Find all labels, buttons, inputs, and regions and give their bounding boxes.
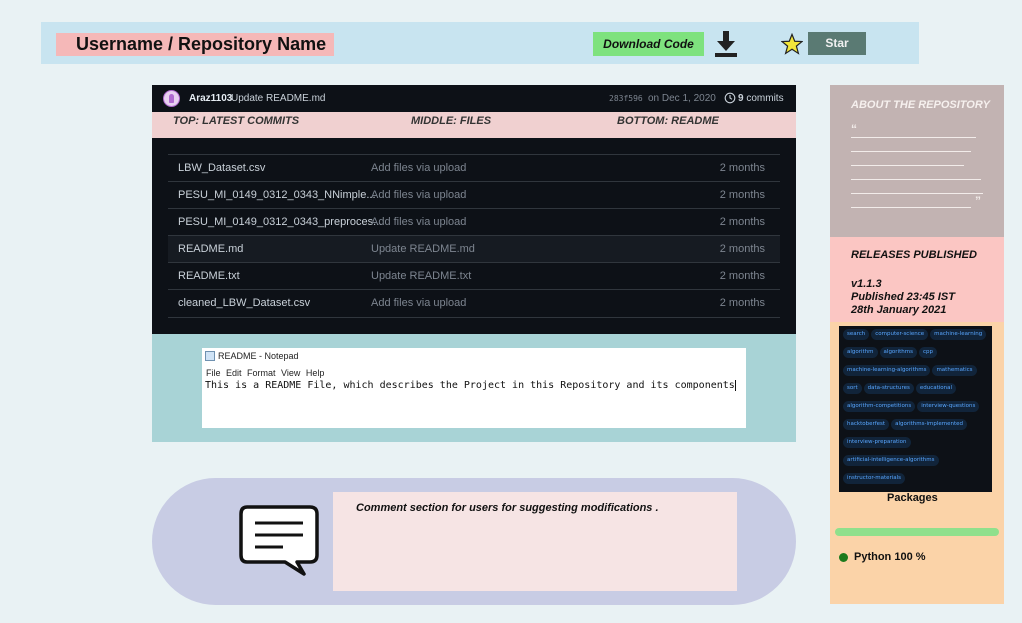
file-commit-message[interactable]: Add files via upload [371, 155, 466, 182]
topics-packages-panel: search computer-science machine-learning al… [830, 322, 1004, 604]
file-row[interactable]: LBW_Dataset.csv Add files via upload 2 m… [168, 154, 780, 182]
file-age: 2 months [719, 162, 765, 174]
readme-text-area[interactable]: This is a README File, which describes t… [205, 379, 736, 393]
file-age: 2 months [719, 297, 765, 309]
about-panel: ABOUT THE REPOSITORY “ ” [830, 85, 1004, 237]
commit-message[interactable]: Update README.md [231, 85, 325, 112]
language-color-dot [839, 553, 848, 562]
topic-tag[interactable]: data-structures [863, 383, 914, 394]
topic-tag[interactable]: interview-questions [917, 401, 980, 412]
file-name[interactable]: PESU_MI_0149_0312_0343_preproces... [178, 209, 382, 236]
download-icon[interactable] [713, 30, 739, 58]
about-text-line [851, 151, 971, 152]
topic-tag[interactable]: mathematics [932, 365, 977, 376]
file-row[interactable]: PESU_MI_0149_0312_0343_preproces... Add … [168, 208, 780, 236]
release-time: Published 23:45 IST [851, 291, 955, 303]
file-commit-message[interactable]: Add files via upload [371, 182, 466, 209]
commit-date: on Dec 1, 2020 [648, 93, 716, 104]
file-name[interactable]: README.txt [178, 263, 240, 290]
file-age: 2 months [719, 243, 765, 255]
repo-title[interactable]: Username / Repository Name [56, 33, 335, 56]
about-text-line [851, 165, 964, 166]
file-row[interactable]: README.txt Update README.txt 2 months [168, 262, 780, 290]
latest-commit-bar: Araz1103 Update README.md 283f596 on Dec… [152, 85, 796, 112]
about-text-line [851, 137, 976, 138]
release-date: 28th January 2021 [851, 304, 947, 316]
topic-tag[interactable]: sort [843, 383, 862, 394]
section-labels: TOP: LATEST COMMITS MIDDLE: FILES BOTTOM… [152, 112, 796, 138]
file-row[interactable]: cleaned_LBW_Dataset.csv Add files via up… [168, 289, 780, 318]
file-age: 2 months [719, 270, 765, 282]
commit-count-number: 9 [738, 93, 744, 104]
history-icon [724, 92, 736, 104]
topic-tag[interactable]: search [843, 329, 870, 340]
file-age: 2 months [719, 189, 765, 201]
topic-tag[interactable]: algorithms [879, 347, 917, 358]
repo-header: Username / Repository Name Download Code… [41, 22, 919, 64]
packages-label[interactable]: Packages [887, 492, 938, 504]
file-name[interactable]: cleaned_LBW_Dataset.csv [178, 290, 310, 317]
star-icon[interactable] [781, 33, 803, 55]
readme-section: README - Notepad File Edit Format View H… [152, 334, 796, 442]
release-version[interactable]: v1.1.3 [851, 278, 882, 291]
close-quote: ” [975, 194, 981, 208]
commit-hash[interactable]: 283f596 [609, 85, 643, 112]
about-text-line [851, 179, 981, 180]
file-commit-message[interactable]: Add files via upload [371, 209, 466, 236]
commit-count-link[interactable]: 9 commits [738, 85, 784, 112]
file-name[interactable]: README.md [178, 236, 243, 263]
download-code-button[interactable]: Download Code [593, 32, 704, 56]
about-title: ABOUT THE REPOSITORY [851, 99, 990, 111]
topic-tag[interactable]: educational [915, 383, 957, 394]
topic-tag[interactable]: algorithms-implemented [891, 419, 968, 430]
file-commit-message[interactable]: Update README.md [371, 236, 475, 263]
notepad-icon [205, 351, 215, 361]
comment-section: Comment section for users for suggesting… [152, 478, 796, 605]
topics-list: search computer-science machine-learning al… [843, 329, 992, 491]
topic-tag[interactable]: machine-learning [930, 329, 987, 340]
releases-title: RELEASES PUBLISHED [851, 249, 977, 261]
topic-tag[interactable]: artificial-intelligence-algorithms [843, 455, 939, 466]
comment-placeholder: Comment section for users for suggesting… [356, 502, 659, 514]
notepad-title: README - Notepad [218, 351, 299, 361]
comment-input-box[interactable]: Comment section for users for suggesting… [333, 492, 737, 591]
file-commit-message[interactable]: Update README.txt [371, 263, 471, 290]
language-bar [835, 528, 999, 536]
language-label: Python 100 % [854, 551, 926, 563]
notepad-window: README - Notepad File Edit Format View H… [202, 348, 746, 428]
file-row[interactable]: README.md Update README.md 2 months [168, 235, 780, 263]
file-commit-message[interactable]: Add files via upload [371, 290, 466, 317]
topic-tag[interactable]: interview-preparation [843, 437, 911, 448]
topic-tag[interactable]: algorithm [843, 347, 878, 358]
notepad-menu-bar[interactable]: File Edit Format View Help [206, 366, 324, 380]
file-name[interactable]: PESU_MI_0149_0312_0343_NNimple... [178, 182, 376, 209]
file-list: LBW_Dataset.csv Add files via upload 2 m… [152, 138, 796, 334]
topics-box: search computer-science machine-learning al… [839, 326, 992, 492]
text-cursor [734, 379, 736, 391]
topic-tag[interactable]: computer-science [871, 329, 929, 340]
file-row[interactable]: PESU_MI_0149_0312_0343_NNimple... Add fi… [168, 181, 780, 209]
middle-section-label: MIDDLE: FILES [411, 115, 492, 127]
top-section-label: TOP: LATEST COMMITS [173, 115, 300, 127]
avatar[interactable] [163, 90, 180, 107]
file-age: 2 months [719, 216, 765, 228]
topic-tag[interactable]: hacktoberfest [843, 419, 890, 430]
readme-content: This is a README File, which describes t… [205, 380, 735, 391]
topic-tag[interactable]: algorithm-competitions [843, 401, 916, 412]
commit-count-label: commits [746, 93, 784, 104]
commit-author[interactable]: Araz1103 [189, 85, 232, 112]
about-text-line [851, 207, 971, 208]
releases-panel: RELEASES PUBLISHED v1.1.3 Published 23:4… [830, 237, 1004, 322]
bottom-section-label: BOTTOM: README [617, 115, 719, 127]
topic-tag[interactable]: machine-learning-algorithms [843, 365, 931, 376]
star-button[interactable]: Star [808, 32, 866, 55]
about-text-line [851, 193, 983, 194]
topic-tag[interactable]: instructor-materials [843, 473, 906, 484]
file-name[interactable]: LBW_Dataset.csv [178, 155, 265, 182]
speech-bubble-icon [239, 505, 319, 576]
open-quote: “ [851, 122, 857, 136]
topic-tag[interactable]: cpp [918, 347, 937, 358]
